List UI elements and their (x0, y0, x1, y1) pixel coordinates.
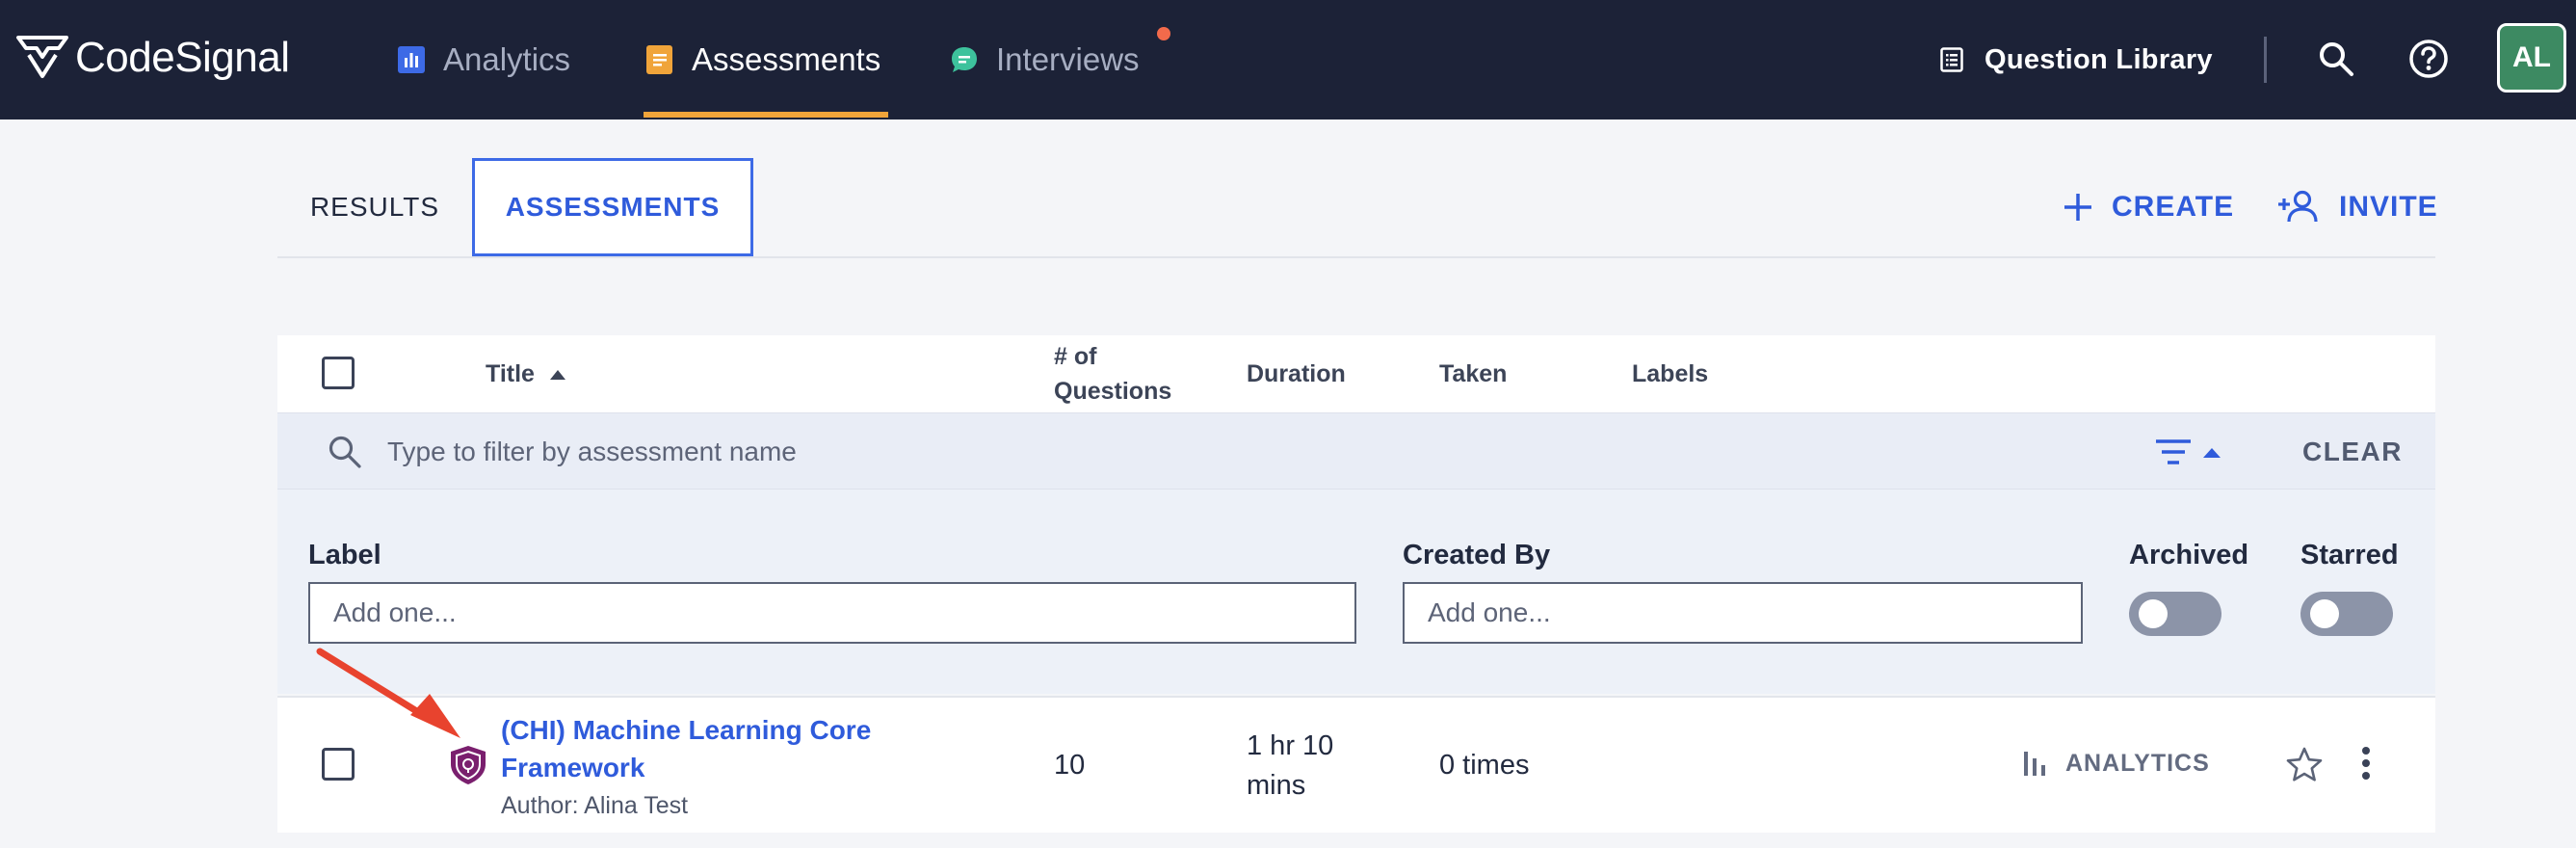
column-questions-label-1: # of (1054, 343, 1097, 370)
search-button[interactable] (2312, 35, 2360, 83)
more-vertical-icon (2362, 747, 2370, 780)
questions-count: 10 (1054, 750, 1086, 781)
chat-icon (950, 45, 979, 74)
bar-chart-icon (397, 45, 426, 74)
filter-collapse-icon (2156, 439, 2221, 464)
help-button[interactable] (2405, 35, 2453, 83)
starred-label: Starred (2300, 540, 2399, 570)
row-analytics-button[interactable]: ANALYTICS (2021, 744, 2210, 782)
column-title-label: Title (486, 360, 535, 387)
tab-results[interactable]: RESULTS (277, 158, 472, 256)
starred-toggle[interactable] (2300, 592, 2393, 636)
question-library-button[interactable]: Question Library (1940, 0, 2213, 119)
clear-filters-button[interactable]: CLEAR (2302, 413, 2403, 490)
assessment-author: Author: Alina Test (501, 792, 689, 819)
column-questions[interactable]: # of Questions (1054, 339, 1171, 409)
taken-count: 0 times (1439, 750, 1530, 781)
row-analytics-label: ANALYTICS (2065, 749, 2210, 777)
create-label: CREATE (2112, 191, 2235, 223)
table-header: Title # of Questions Duration Taken Labe… (277, 335, 2435, 412)
row-select-checkbox[interactable] (322, 748, 355, 781)
help-icon (2409, 40, 2448, 78)
invite-label: INVITE (2339, 191, 2438, 223)
assessment-title-line-1: (CHI) Machine Learning Core (501, 715, 872, 745)
archived-label: Archived (2129, 540, 2249, 570)
user-avatar[interactable]: AL (2497, 23, 2566, 93)
column-labels[interactable]: Labels (1632, 357, 1708, 391)
archived-toggle[interactable] (2129, 592, 2221, 636)
list-icon (1940, 47, 1963, 72)
nav-assessments[interactable]: Assessments (645, 0, 881, 119)
filters-panel: Label Created By Archived Starred (277, 490, 2435, 694)
nav-interviews[interactable]: Interviews (950, 0, 1140, 119)
bar-chart-icon (2021, 749, 2050, 778)
sort-ascending-icon (549, 370, 565, 381)
star-icon (2286, 747, 2323, 782)
assessment-title-line-2: Framework (501, 753, 645, 782)
top-navigation-bar: CodeSignal Analytics Assessments Intervi… (0, 0, 2576, 119)
duration-line-1: 1 hr 10 (1247, 730, 1334, 761)
toggle-knob (2310, 599, 2339, 628)
add-user-icon (2277, 190, 2322, 225)
duration-value: 1 hr 10 mins (1247, 727, 1333, 806)
column-questions-label-2: Questions (1054, 378, 1172, 405)
column-taken[interactable]: Taken (1439, 357, 1507, 391)
plus-icon (2062, 191, 2094, 224)
tabs-divider (277, 256, 2435, 258)
nav-interviews-label: Interviews (996, 41, 1140, 77)
more-options-button[interactable] (2349, 740, 2383, 786)
select-all-checkbox[interactable] (322, 357, 355, 389)
question-library-label: Question Library (1985, 43, 2213, 75)
search-icon (2320, 42, 2353, 76)
codesignal-logo-icon (16, 36, 68, 78)
codesignal-logo[interactable]: CodeSignal (15, 27, 290, 89)
tab-assessments[interactable]: ASSESSMENTS (472, 158, 753, 256)
certified-badge-icon (447, 744, 489, 791)
assessment-name-filter-input[interactable] (385, 425, 1927, 479)
duration-line-2: mins (1247, 770, 1306, 801)
create-button[interactable]: CREATE (2062, 173, 2234, 241)
column-duration[interactable]: Duration (1247, 357, 1346, 391)
invite-button[interactable]: INVITE (2277, 173, 2438, 241)
notification-dot (1157, 27, 1170, 40)
created-by-filter-label: Created By (1403, 540, 1551, 570)
label-filter-input[interactable] (308, 582, 1356, 644)
column-title[interactable]: Title (486, 357, 565, 391)
nav-analytics[interactable]: Analytics (397, 0, 570, 119)
created-by-filter-input[interactable] (1403, 582, 2083, 644)
nav-analytics-label: Analytics (443, 41, 571, 77)
search-icon (326, 433, 364, 476)
assessment-title-link[interactable]: (CHI) Machine Learning Core Framework (501, 711, 983, 786)
label-filter-label: Label (308, 540, 381, 570)
brand-name: CodeSignal (75, 34, 290, 81)
table-row: (CHI) Machine Learning Core Framework Au… (277, 696, 2435, 833)
active-nav-underline (644, 112, 888, 118)
document-icon (645, 44, 674, 75)
filter-toggle-button[interactable] (2152, 435, 2235, 474)
nav-assessments-label: Assessments (692, 41, 881, 77)
filter-row: CLEAR (277, 412, 2435, 490)
star-button[interactable] (2281, 742, 2327, 788)
nav-divider (2264, 37, 2267, 83)
toggle-knob (2139, 599, 2168, 628)
